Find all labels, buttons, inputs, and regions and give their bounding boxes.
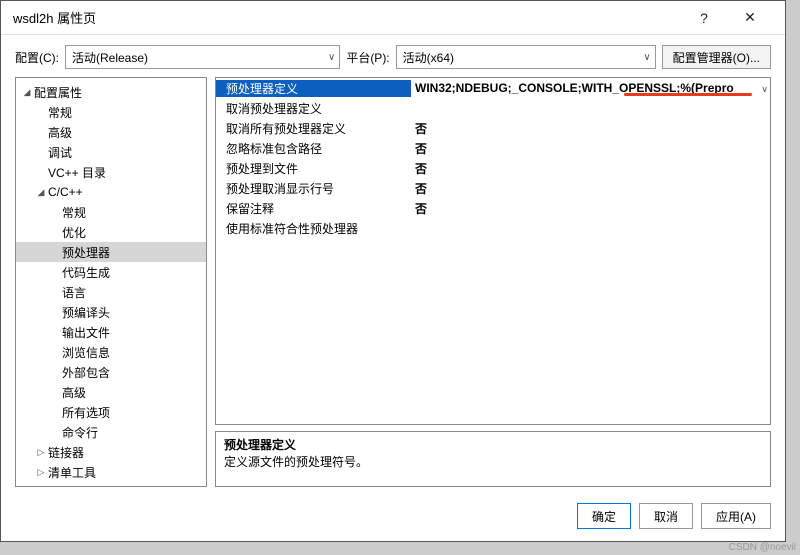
prop-value[interactable]: 否 (411, 120, 770, 137)
window-title: wsdl2h 属性页 (13, 8, 681, 27)
config-row: 配置(C): 活动(Release) ∨ 平台(P): 活动(x64) ∨ 配置… (1, 35, 785, 77)
watermark: CSDN @noevil (729, 542, 796, 553)
prop-key: 使用标准符合性预处理器 (216, 220, 411, 237)
tree-label: 外部包含 (62, 364, 110, 381)
config-manager-button[interactable]: 配置管理器(O)... (662, 45, 771, 69)
tree-item[interactable]: 外部包含 (16, 362, 206, 382)
prop-key: 忽略标准包含路径 (216, 140, 411, 157)
expand-icon: ▷ (34, 467, 48, 478)
tree-item[interactable]: 预编译头 (16, 302, 206, 322)
apply-button[interactable]: 应用(A) (701, 503, 771, 529)
config-value: 活动(Release) (72, 49, 148, 66)
tree-label: 语言 (62, 284, 86, 301)
tree-label: 命令行 (62, 424, 98, 441)
tree-item[interactable]: 浏览信息 (16, 342, 206, 362)
platform-combo[interactable]: 活动(x64) ∨ (396, 45, 656, 69)
prop-value[interactable]: 否 (411, 180, 770, 197)
prop-value[interactable]: 否 (411, 160, 770, 177)
tree-label: 所有选项 (62, 404, 110, 421)
tree-item[interactable]: 调试 (16, 142, 206, 162)
tree-label: 高级 (62, 384, 86, 401)
prop-value[interactable]: 否 (411, 200, 770, 217)
titlebar: wsdl2h 属性页 ? ✕ (1, 1, 785, 35)
tree-label: 浏览信息 (62, 344, 110, 361)
tree-item[interactable]: ▷链接器 (16, 442, 206, 462)
grid-row[interactable]: 取消所有预处理器定义否 (216, 118, 770, 138)
tree-item[interactable]: 命令行 (16, 422, 206, 442)
tree-label: VC++ 目录 (48, 164, 106, 181)
tree-label: 代码生成 (62, 264, 110, 281)
ok-button[interactable]: 确定 (577, 503, 631, 529)
description-box: 预处理器定义 定义源文件的预处理符号。 (215, 431, 771, 487)
grid-row[interactable]: 保留注释否 (216, 198, 770, 218)
nav-tree[interactable]: ◢配置属性常规高级调试VC++ 目录◢C/C++常规优化预处理器代码生成语言预编… (15, 77, 207, 487)
prop-key: 保留注释 (216, 200, 411, 217)
tree-label: XML 文档生成器 (48, 484, 136, 488)
platform-label: 平台(P): (346, 49, 389, 66)
expand-icon: ▷ (34, 447, 48, 458)
tree-label: 高级 (48, 124, 72, 141)
tree-item[interactable]: ◢C/C++ (16, 182, 206, 202)
cancel-button[interactable]: 取消 (639, 503, 693, 529)
chevron-down-icon: ∨ (643, 52, 650, 63)
config-label: 配置(C): (15, 49, 59, 66)
prop-value[interactable]: 否 (411, 140, 770, 157)
description-title: 预处理器定义 (224, 436, 762, 453)
chevron-down-icon[interactable]: ∨ (761, 84, 768, 95)
help-button[interactable]: ? (681, 1, 727, 35)
tree-item[interactable]: 优化 (16, 222, 206, 242)
tree-item[interactable]: 常规 (16, 102, 206, 122)
grid-row[interactable]: 取消预处理器定义 (216, 98, 770, 118)
tree-item[interactable]: 常规 (16, 202, 206, 222)
close-button[interactable]: ✕ (727, 1, 773, 35)
annotation-underline (624, 93, 752, 96)
property-grid[interactable]: 预处理器定义WIN32;NDEBUG;_CONSOLE;WITH_OPENSSL… (215, 77, 771, 425)
tree-item[interactable]: 高级 (16, 122, 206, 142)
tree-label: 预编译头 (62, 304, 110, 321)
tree-item[interactable]: 代码生成 (16, 262, 206, 282)
tree-label: C/C++ (48, 185, 83, 199)
tree-label: 常规 (48, 104, 72, 121)
config-combo[interactable]: 活动(Release) ∨ (65, 45, 340, 69)
prop-key: 取消所有预处理器定义 (216, 120, 411, 137)
tree-label: 清单工具 (48, 464, 96, 481)
prop-key: 预处理到文件 (216, 160, 411, 177)
tree-item[interactable]: VC++ 目录 (16, 162, 206, 182)
tree-label: 优化 (62, 224, 86, 241)
tree-item[interactable]: 所有选项 (16, 402, 206, 422)
dialog-footer: 确定 取消 应用(A) (1, 495, 785, 541)
tree-item[interactable]: 预处理器 (16, 242, 206, 262)
grid-row[interactable]: 忽略标准包含路径否 (216, 138, 770, 158)
tree-label: 常规 (62, 204, 86, 221)
tree-label: 调试 (48, 144, 72, 161)
tree-label: 输出文件 (62, 324, 110, 341)
tree-item[interactable]: ◢配置属性 (16, 82, 206, 102)
tree-item[interactable]: ▷清单工具 (16, 462, 206, 482)
tree-label: 预处理器 (62, 244, 110, 261)
grid-row[interactable]: 预处理取消显示行号否 (216, 178, 770, 198)
prop-key: 预处理器定义 (216, 80, 411, 97)
prop-key: 预处理取消显示行号 (216, 180, 411, 197)
tree-item[interactable]: ▷XML 文档生成器 (16, 482, 206, 487)
expand-icon: ◢ (34, 187, 48, 198)
prop-key: 取消预处理器定义 (216, 100, 411, 117)
tree-item[interactable]: 高级 (16, 382, 206, 402)
tree-label: 配置属性 (34, 84, 82, 101)
tree-item[interactable]: 语言 (16, 282, 206, 302)
platform-value: 活动(x64) (403, 49, 454, 66)
grid-row[interactable]: 预处理到文件否 (216, 158, 770, 178)
grid-row[interactable]: 使用标准符合性预处理器 (216, 218, 770, 238)
expand-icon: ◢ (20, 87, 34, 98)
tree-item[interactable]: 输出文件 (16, 322, 206, 342)
tree-label: 链接器 (48, 444, 84, 461)
description-text: 定义源文件的预处理符号。 (224, 453, 762, 470)
chevron-down-icon: ∨ (328, 52, 335, 63)
property-page-dialog: wsdl2h 属性页 ? ✕ 配置(C): 活动(Release) ∨ 平台(P… (0, 0, 786, 542)
expand-icon: ▷ (34, 487, 48, 488)
